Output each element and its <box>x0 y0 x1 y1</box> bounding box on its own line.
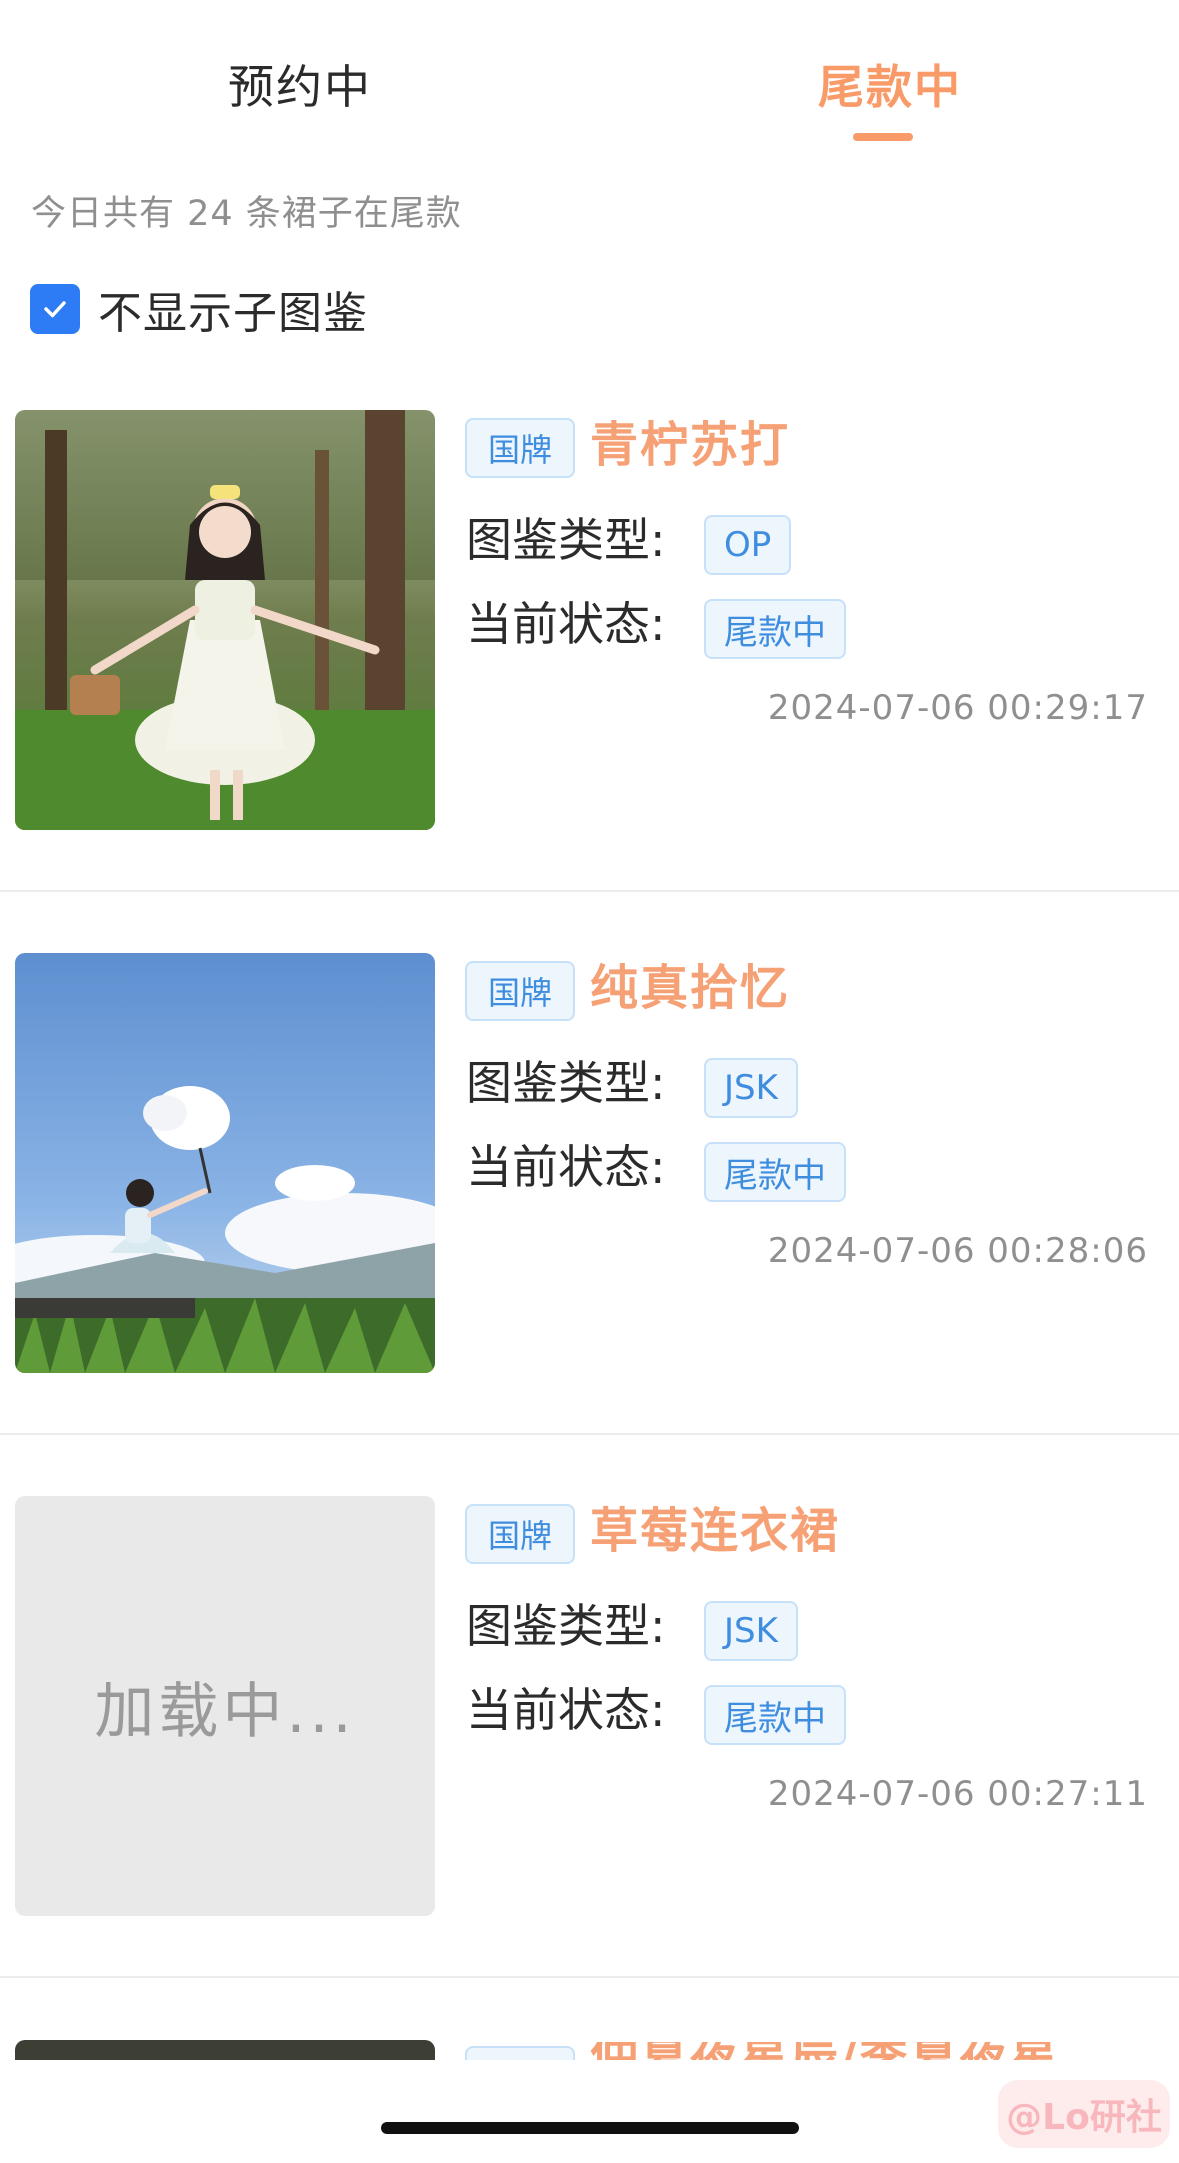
item-title[interactable]: 草莓连衣裙 <box>590 1499 840 1563</box>
brand-tag: 国牌 <box>465 961 575 1021</box>
status-tag: 尾款中 <box>704 1142 846 1202</box>
list-item[interactable]: 国牌 青柠苏打 图鉴类型: OP 当前状态: 尾款中 2024-07-06 00… <box>0 410 1179 952</box>
check-icon <box>44 301 66 318</box>
tab-reserving[interactable]: 预约中 <box>228 55 372 119</box>
brand-tag: 国牌 <box>465 1504 575 1564</box>
type-label: 图鉴类型: <box>466 1599 666 1653</box>
list-item[interactable]: 加载中... 国牌 草莓连衣裙 图鉴类型: JSK 当前状态: 尾款中 2024… <box>0 1496 1179 2038</box>
tab-bar: 预约中 尾款中 <box>0 0 1179 160</box>
status-tag: 尾款中 <box>704 1685 846 1745</box>
loading-placeholder: 加载中... <box>15 1496 435 1916</box>
timestamp: 2024-07-06 00:28:06 <box>767 1231 1148 1271</box>
type-label: 图鉴类型: <box>466 513 666 567</box>
summary-text: 今日共有 24 条裙子在尾款 <box>31 194 462 234</box>
item-thumbnail[interactable] <box>15 953 435 1373</box>
checkbox[interactable] <box>30 284 80 334</box>
home-indicator[interactable] <box>381 2122 799 2134</box>
divider <box>0 1976 1179 1978</box>
status-label: 当前状态: <box>466 1140 666 1194</box>
type-tag: JSK <box>704 1058 798 1118</box>
item-thumbnail[interactable]: 加载中... <box>15 1496 435 1916</box>
type-label: 图鉴类型: <box>466 1056 666 1110</box>
status-label: 当前状态: <box>466 1683 666 1737</box>
type-tag: OP <box>704 515 792 575</box>
timestamp: 2024-07-06 00:29:17 <box>767 688 1148 728</box>
photo-sky-cloud-girl <box>15 953 435 1373</box>
watermark: @Lo研社 <box>998 2080 1170 2148</box>
tab-final-payment[interactable]: 尾款中 <box>818 55 962 119</box>
hide-sub-catalog-toggle[interactable]: 不显示子图鉴 <box>30 283 368 339</box>
list-item[interactable]: 国牌 纯真拾忆 图鉴类型: JSK 当前状态: 尾款中 2024-07-06 0… <box>0 953 1179 1495</box>
divider <box>0 1433 1179 1435</box>
timestamp: 2024-07-06 00:27:11 <box>767 1774 1148 1814</box>
status-tag: 尾款中 <box>704 599 846 659</box>
item-title[interactable]: 仲夏夜星辰/季夏夜星辰 <box>590 2042 1090 2062</box>
brand-tag: 国牌 <box>465 418 575 478</box>
item-thumbnail[interactable] <box>15 410 435 830</box>
photo-forest-girl <box>15 410 435 830</box>
item-title[interactable]: 纯真拾忆 <box>590 956 790 1020</box>
type-tag: JSK <box>704 1601 798 1661</box>
divider <box>0 890 1179 892</box>
active-tab-indicator <box>853 133 913 141</box>
item-title-text: 仲夏夜星辰/季夏夜星辰 <box>590 2042 1090 2062</box>
status-label: 当前状态: <box>466 597 666 651</box>
checkbox-label: 不显示子图鉴 <box>98 288 368 339</box>
item-thumbnail[interactable] <box>15 2040 435 2062</box>
item-title[interactable]: 青柠苏打 <box>590 413 790 477</box>
